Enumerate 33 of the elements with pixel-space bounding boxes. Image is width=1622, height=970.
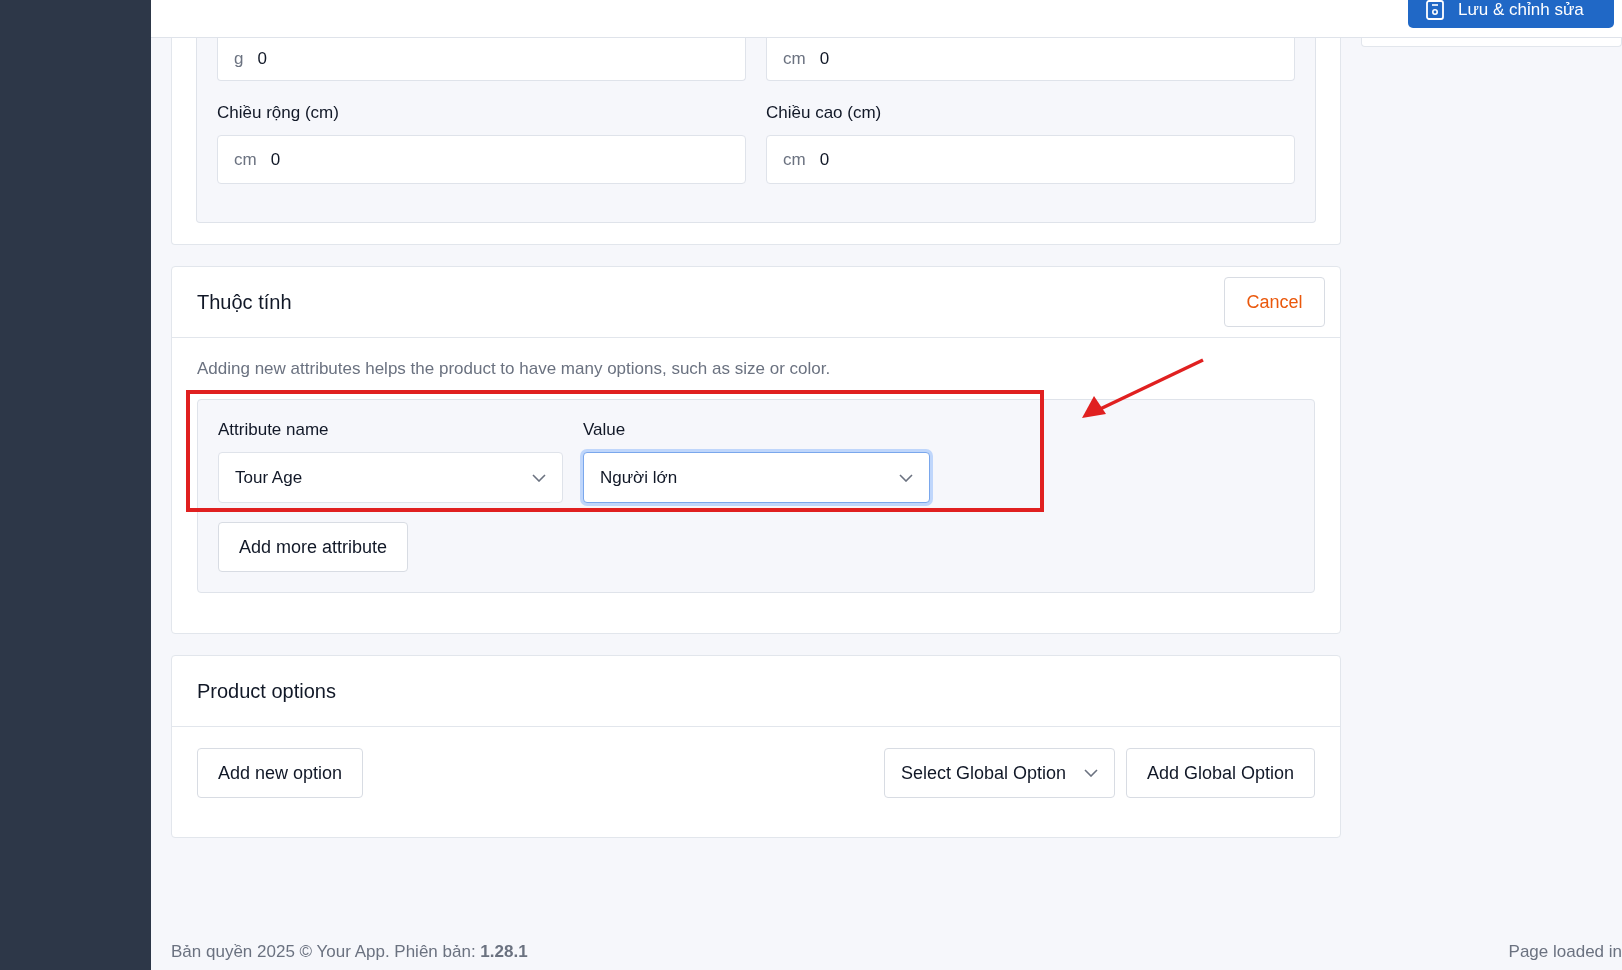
field-label: Attribute name [218,420,330,440]
field-label: Chiều cao (cm) [766,103,883,123]
chevron-down-icon [532,473,546,482]
save-button[interactable]: Lưu & chỉnh sửa [1408,0,1614,28]
cancel-button[interactable]: Cancel [1224,277,1325,327]
select-field[interactable]: Người lớn [583,452,930,503]
input-field[interactable]: g 0 [217,38,746,81]
field-value: 0 [819,49,830,69]
add-attribute-button[interactable]: Add more attribute [218,522,409,572]
save-icon [1426,0,1444,20]
add-option-button[interactable]: Add new option [197,748,364,798]
field-value: 0 [257,49,267,69]
input-field[interactable]: cm 0 [766,38,1295,81]
field-value: 0 [819,149,830,170]
global-option-select[interactable]: Select Global Option [883,748,1115,798]
load-time-text: Page loaded in [1508,942,1622,962]
field-label: Value [583,420,627,440]
select-field[interactable]: Tour Age [218,452,563,503]
chevron-down-icon [899,473,913,482]
input-field[interactable]: cm 0 [766,135,1295,184]
unit-label: cm [234,149,257,170]
unit-label: cm [783,49,806,69]
card-title: Thuộc tính [197,290,292,314]
input-field[interactable]: cm 0 [217,135,746,184]
field-value: 0 [270,149,281,170]
unit-label: g [234,49,244,69]
description-text: Adding new attributes helps the product to have many options, such as size or color. [197,359,832,379]
chevron-down-icon [1083,769,1098,777]
add-global-option-button[interactable]: Add Global Option [1125,748,1315,798]
card-title: Product options [197,679,336,703]
field-label: Chiều rộng (cm) [217,103,340,123]
unit-label: cm [783,149,806,170]
copyright-text: Bản quyền 2025 © Your App. Phiên bản: 1.28.1 [171,942,528,962]
